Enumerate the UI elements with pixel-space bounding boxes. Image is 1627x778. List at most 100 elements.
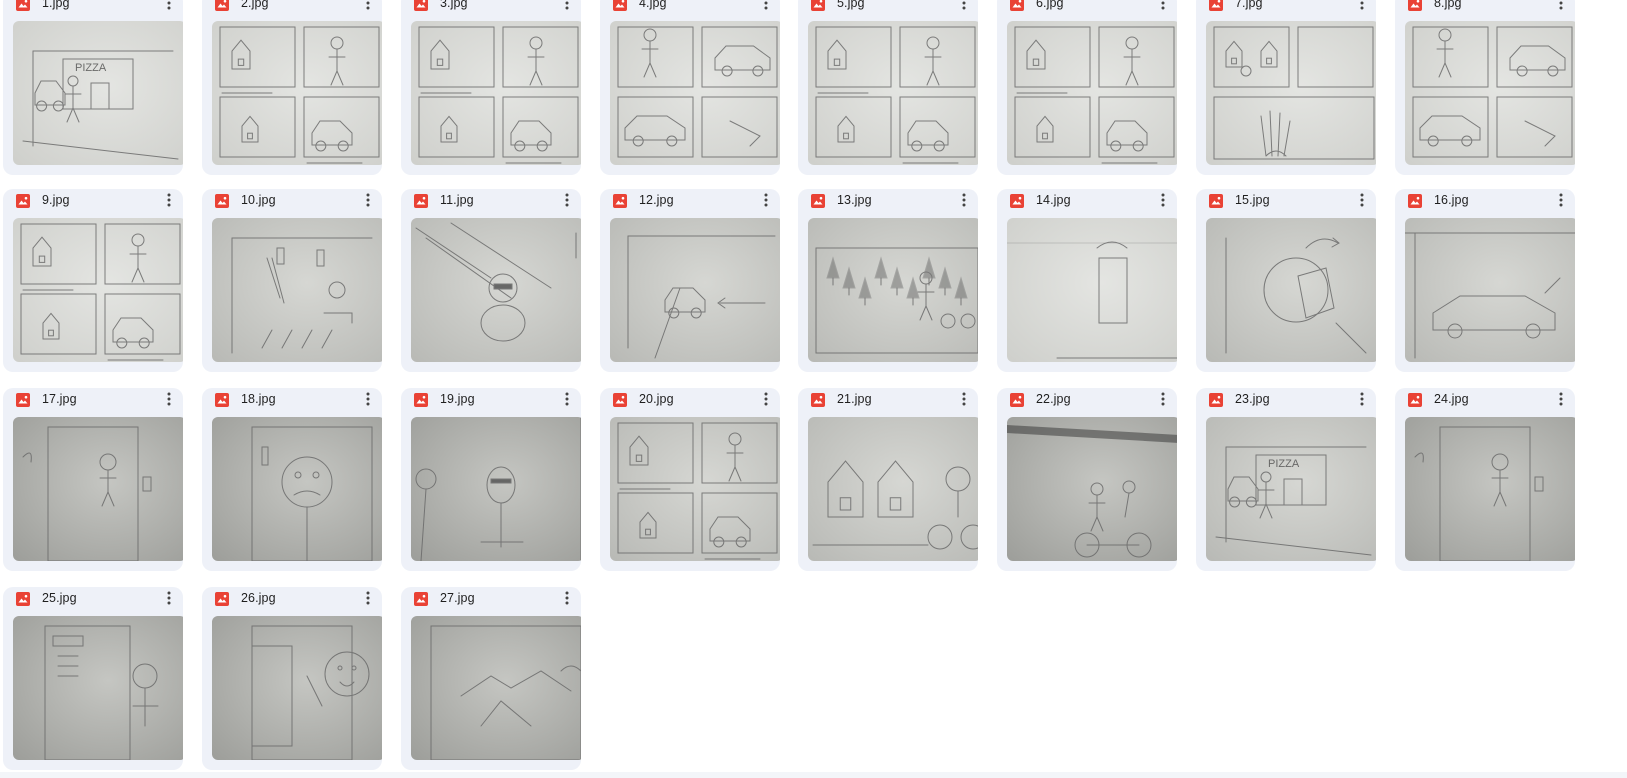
- more-vert-icon[interactable]: [159, 587, 179, 609]
- file-card[interactable]: 12.jpg: [600, 189, 780, 372]
- image-file-icon: [613, 0, 627, 11]
- file-card[interactable]: 4.jpg: [600, 0, 780, 175]
- more-vert-icon[interactable]: [159, 189, 179, 211]
- more-vert-icon[interactable]: [1352, 388, 1372, 410]
- more-vert-icon[interactable]: [358, 0, 378, 14]
- file-thumbnail[interactable]: [1206, 218, 1376, 362]
- file-card[interactable]: 23.jpg PIZZA: [1196, 388, 1376, 571]
- file-name: 22.jpg: [1036, 392, 1071, 406]
- file-thumbnail[interactable]: [808, 417, 978, 561]
- file-thumbnail[interactable]: [411, 616, 581, 760]
- file-card-header: 1.jpg: [3, 0, 183, 18]
- file-card[interactable]: 22.jpg: [997, 388, 1177, 571]
- image-file-icon: [1010, 194, 1024, 208]
- file-card[interactable]: 16.jpg: [1395, 189, 1575, 372]
- file-card[interactable]: 9.jpg: [3, 189, 183, 372]
- more-vert-icon[interactable]: [756, 0, 776, 14]
- more-vert-icon[interactable]: [159, 0, 179, 14]
- more-vert-icon[interactable]: [358, 587, 378, 609]
- file-thumbnail[interactable]: [1007, 21, 1177, 165]
- file-thumbnail[interactable]: [212, 616, 382, 760]
- file-thumbnail[interactable]: [808, 218, 978, 362]
- more-vert-icon[interactable]: [557, 0, 577, 14]
- file-card[interactable]: 15.jpg: [1196, 189, 1376, 372]
- file-card[interactable]: 24.jpg: [1395, 388, 1575, 571]
- file-card[interactable]: 6.jpg: [997, 0, 1177, 175]
- file-card[interactable]: 18.jpg: [202, 388, 382, 571]
- more-vert-icon[interactable]: [159, 388, 179, 410]
- file-card-header: 13.jpg: [798, 189, 978, 215]
- file-thumbnail[interactable]: [1405, 218, 1575, 362]
- file-thumbnail[interactable]: [1405, 417, 1575, 561]
- file-name: 17.jpg: [42, 392, 77, 406]
- file-card[interactable]: 5.jpg: [798, 0, 978, 175]
- svg-text:PIZZA: PIZZA: [1268, 458, 1300, 470]
- file-thumbnail[interactable]: [1007, 218, 1177, 362]
- image-file-icon: [1209, 0, 1223, 11]
- file-thumbnail[interactable]: [13, 616, 183, 760]
- more-vert-icon[interactable]: [1153, 388, 1173, 410]
- image-file-icon: [414, 194, 428, 208]
- more-vert-icon[interactable]: [557, 189, 577, 211]
- file-card[interactable]: 8.jpg: [1395, 0, 1575, 175]
- more-vert-icon[interactable]: [1153, 189, 1173, 211]
- file-thumbnail[interactable]: [212, 417, 382, 561]
- file-name: 5.jpg: [837, 0, 865, 10]
- file-thumbnail[interactable]: [610, 218, 780, 362]
- file-thumbnail[interactable]: [212, 21, 382, 165]
- file-card[interactable]: 3.jpg: [401, 0, 581, 175]
- file-card-header: 24.jpg: [1395, 388, 1575, 414]
- file-thumbnail[interactable]: [13, 417, 183, 561]
- more-vert-icon[interactable]: [756, 388, 776, 410]
- more-vert-icon[interactable]: [358, 189, 378, 211]
- more-vert-icon[interactable]: [1352, 189, 1372, 211]
- file-thumbnail[interactable]: PIZZA: [1206, 417, 1376, 561]
- more-vert-icon[interactable]: [557, 388, 577, 410]
- file-card[interactable]: 21.jpg: [798, 388, 978, 571]
- more-vert-icon[interactable]: [358, 388, 378, 410]
- file-thumbnail[interactable]: [411, 21, 581, 165]
- file-thumbnail[interactable]: [411, 218, 581, 362]
- more-vert-icon[interactable]: [1551, 0, 1571, 14]
- more-vert-icon[interactable]: [954, 0, 974, 14]
- file-thumbnail[interactable]: [212, 218, 382, 362]
- more-vert-icon[interactable]: [1352, 0, 1372, 14]
- file-thumbnail[interactable]: [13, 218, 183, 362]
- more-vert-icon[interactable]: [756, 189, 776, 211]
- file-card[interactable]: 14.jpg: [997, 189, 1177, 372]
- more-vert-icon[interactable]: [1551, 189, 1571, 211]
- file-card-header: 26.jpg: [202, 587, 382, 613]
- file-thumbnail[interactable]: [1206, 21, 1376, 165]
- image-file-icon: [811, 393, 825, 407]
- file-card[interactable]: 2.jpg: [202, 0, 382, 175]
- more-vert-icon[interactable]: [1551, 388, 1571, 410]
- file-card[interactable]: 1.jpg PIZZA: [3, 0, 183, 175]
- file-thumbnail[interactable]: PIZZA: [13, 21, 183, 165]
- file-card-header: 22.jpg: [997, 388, 1177, 414]
- more-vert-icon[interactable]: [1153, 0, 1173, 14]
- file-card[interactable]: 19.jpg: [401, 388, 581, 571]
- more-vert-icon[interactable]: [954, 388, 974, 410]
- file-card[interactable]: 26.jpg: [202, 587, 382, 770]
- file-thumbnail[interactable]: [1007, 417, 1177, 561]
- more-vert-icon[interactable]: [954, 189, 974, 211]
- file-card-header: 12.jpg: [600, 189, 780, 215]
- file-card[interactable]: 25.jpg: [3, 587, 183, 770]
- file-card[interactable]: 17.jpg: [3, 388, 183, 571]
- file-card[interactable]: 11.jpg: [401, 189, 581, 372]
- file-card[interactable]: 13.jpg: [798, 189, 978, 372]
- file-card[interactable]: 27.jpg: [401, 587, 581, 770]
- file-name: 21.jpg: [837, 392, 872, 406]
- file-thumbnail[interactable]: [411, 417, 581, 561]
- file-thumbnail[interactable]: [1405, 21, 1575, 165]
- file-thumbnail[interactable]: [610, 21, 780, 165]
- file-thumbnail[interactable]: [808, 21, 978, 165]
- file-card[interactable]: 10.jpg: [202, 189, 382, 372]
- file-name: 25.jpg: [42, 591, 77, 605]
- file-card[interactable]: 7.jpg: [1196, 0, 1376, 175]
- file-thumbnail[interactable]: [610, 417, 780, 561]
- image-file-icon: [1010, 0, 1024, 11]
- more-vert-icon[interactable]: [557, 587, 577, 609]
- file-name: 24.jpg: [1434, 392, 1469, 406]
- file-card[interactable]: 20.jpg: [600, 388, 780, 571]
